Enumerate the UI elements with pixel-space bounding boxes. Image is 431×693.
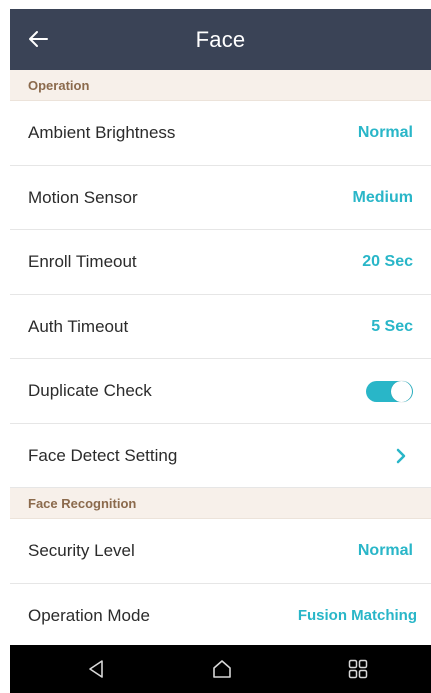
row-duplicate-check: Duplicate Check xyxy=(10,359,431,424)
row-value: 20 Sec xyxy=(362,253,413,270)
row-face-detect-setting[interactable]: Face Detect Setting xyxy=(10,424,431,488)
row-value: Medium xyxy=(352,188,413,206)
row-operation-mode[interactable]: Operation Mode Fusion Matching xyxy=(10,584,431,649)
row-label: Duplicate Check xyxy=(28,381,152,400)
triangle-back-icon xyxy=(89,660,103,678)
row-enroll-timeout[interactable]: Enroll Timeout 20 Sec xyxy=(10,230,431,295)
nav-home-button[interactable] xyxy=(192,645,252,693)
row-security-level[interactable]: Security Level Normal xyxy=(10,519,431,584)
app-bar: Face xyxy=(10,9,431,70)
row-value: Fusion Matching xyxy=(297,606,417,624)
toggle-knob xyxy=(391,381,412,402)
row-value: Normal xyxy=(357,542,413,559)
recents-grid-icon xyxy=(348,659,368,679)
section-header-operation: Operation xyxy=(10,70,431,101)
row-label: Motion Sensor xyxy=(28,187,138,207)
page-title: Face xyxy=(195,27,246,52)
duplicate-check-toggle[interactable] xyxy=(366,381,413,402)
row-auth-timeout[interactable]: Auth Timeout 5 Sec xyxy=(10,295,431,359)
nav-back-button[interactable] xyxy=(66,645,126,693)
home-icon xyxy=(213,660,231,678)
section-header-face-recognition: Face Recognition xyxy=(10,488,431,519)
chevron-right-icon xyxy=(396,448,406,463)
row-label: Enroll Timeout xyxy=(28,252,137,271)
nav-recents-button[interactable] xyxy=(328,645,388,693)
row-label: Ambient Brightness xyxy=(28,123,176,142)
row-label: Operation Mode xyxy=(28,605,150,625)
face-settings-screen: Face Operation Ambient Brightness Normal… xyxy=(0,0,431,693)
row-label: Face Detect Setting xyxy=(28,445,178,465)
row-ambient-brightness[interactable]: Ambient Brightness Normal xyxy=(10,101,431,166)
row-value: 5 Sec xyxy=(371,317,413,335)
row-label: Auth Timeout xyxy=(28,316,129,336)
system-nav-bar xyxy=(10,645,431,693)
row-motion-sensor[interactable]: Motion Sensor Medium xyxy=(10,166,431,230)
row-value: Normal xyxy=(357,124,413,141)
settings-list: Operation Ambient Brightness Normal Moti… xyxy=(10,70,431,648)
row-label: Security Level xyxy=(28,541,135,560)
